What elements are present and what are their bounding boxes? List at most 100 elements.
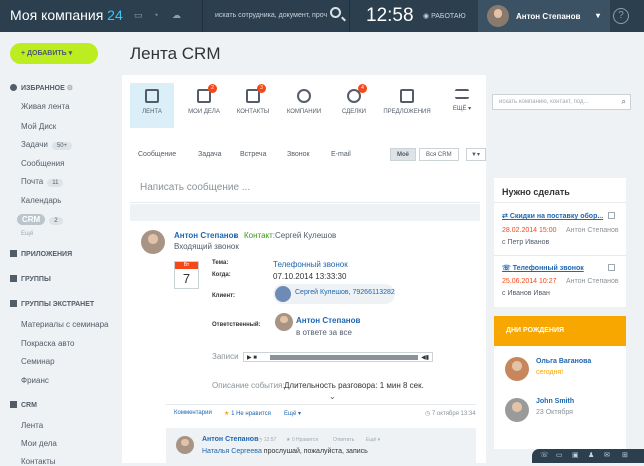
tab-more[interactable]: ЕЩЁ ▾ — [450, 84, 474, 128]
tab-feed[interactable]: ЛЕНТА — [130, 84, 174, 128]
message-composer[interactable]: Написать сообщение ... — [130, 173, 480, 203]
avatar[interactable] — [275, 313, 293, 331]
responsible-name[interactable]: Антон Степанов — [296, 316, 360, 325]
phone-icon[interactable]: ☏ — [540, 451, 549, 459]
checkbox-icon[interactable] — [608, 212, 615, 219]
all-crm-toggle[interactable]: Вся CRM — [419, 148, 459, 161]
search-input[interactable]: искать сотрудника, документ, прочее... — [215, 12, 327, 19]
sidebar-more[interactable]: Ещё — [21, 231, 33, 237]
sidebar-item-my-deals[interactable]: Мои дела — [21, 439, 57, 448]
comment-author[interactable]: Антон Степанов — [202, 436, 258, 443]
avatar[interactable] — [141, 230, 165, 254]
sidebar-item-contacts[interactable]: Контакты — [21, 457, 56, 466]
when-label: Когда: — [212, 272, 231, 278]
mail-icon[interactable]: ✉ — [604, 451, 610, 459]
comments-link[interactable]: Комментарии — [174, 410, 212, 416]
avatar[interactable] — [176, 436, 194, 454]
sidebar-item-messages[interactable]: Сообщения — [21, 159, 64, 168]
top-bar: Моя компания 24 ▭ ◔ ☁ искать сотрудника,… — [0, 0, 644, 32]
play-icon[interactable]: ▶ ■ — [247, 354, 257, 361]
filter-icon[interactable]: ▼▾ — [466, 148, 486, 161]
filter-call[interactable]: Звонок — [287, 151, 310, 158]
audio-player[interactable]: ▶ ■ ◀▮ — [243, 352, 433, 362]
tab-my-deals[interactable]: 2 МОИ ДЕЛА — [184, 84, 224, 128]
monitor-icon[interactable]: ▣ — [572, 451, 579, 459]
comment-time: ◷ 12:57 — [258, 437, 277, 443]
comment-reply[interactable]: Ответить — [333, 437, 354, 443]
crm-search[interactable]: искать компанию, контакт, под... ⌕ — [492, 94, 631, 110]
search-icon[interactable] — [330, 7, 341, 18]
tab-offers[interactable]: ПРЕДЛОЖЕНИЯ — [382, 84, 432, 128]
task-title[interactable]: ☏ Телефонный звонок — [502, 264, 584, 272]
sidebar-item-extranet[interactable]: Материалы с семинара — [21, 320, 108, 329]
checklist-icon: 2 — [197, 84, 217, 103]
post-subtitle: Входящий звонок — [174, 242, 239, 251]
search-icon[interactable]: ⌕ — [622, 97, 626, 107]
like-link[interactable]: ★ 1 Не нравится — [224, 410, 271, 417]
groups-header[interactable]: ГРУППЫ — [10, 275, 51, 283]
birthday-name[interactable]: John Smith — [536, 398, 574, 405]
user-icon — [275, 286, 291, 302]
sidebar-item-mail[interactable]: Почта 11 — [21, 177, 64, 187]
chevron-down-icon[interactable]: ⌄ — [329, 392, 336, 401]
avatar — [487, 5, 509, 27]
sidebar-item-crm[interactable]: CRM 2 — [17, 214, 63, 225]
bell-icon[interactable]: ♟ — [588, 451, 594, 459]
sidebar-item-extranet[interactable]: Фрианс — [21, 376, 49, 385]
work-status[interactable]: ◉ РАБОТАЮ — [423, 12, 466, 20]
cloud-icon[interactable]: ☁ — [172, 10, 181, 21]
comment-more[interactable]: Ещё ▾ — [366, 437, 380, 443]
client-chip[interactable]: Сергей Кулешов, 79266113282 — [273, 284, 395, 304]
birthday-date: 23 Октября — [536, 409, 573, 416]
tab-deals[interactable]: 4 СДЕЛКИ — [338, 84, 370, 128]
contact-name[interactable]: Сергей Кулешов — [275, 231, 336, 240]
comment-like[interactable]: ★ 0 Нравится — [286, 437, 318, 443]
task-title[interactable]: ⇄ Скидки на поставку обор... — [502, 212, 603, 220]
volume-icon[interactable]: ◀▮ — [421, 354, 429, 361]
tab-contacts[interactable]: 3 КОНТАКТЫ — [234, 84, 272, 128]
audio-track[interactable] — [270, 355, 418, 360]
description-label: Описание события: — [212, 381, 285, 390]
menu-icon — [455, 89, 469, 99]
sidebar-item-calendar[interactable]: Календарь — [21, 196, 61, 205]
theme-link[interactable]: Телефонный звонок — [273, 260, 348, 269]
favorites-header[interactable]: ИЗБРАННОЕ ⚙ — [10, 84, 73, 92]
tab-companies[interactable]: КОМПАНИИ — [284, 84, 324, 128]
filter-task[interactable]: Задача — [198, 151, 222, 158]
sidebar-item-my-drive[interactable]: Мой Диск — [21, 122, 56, 131]
global-search[interactable]: искать сотрудника, документ, прочее... — [202, 0, 350, 32]
pin-icon[interactable]: ⊞ — [622, 451, 628, 459]
more-link[interactable]: Ещё ▾ — [284, 410, 301, 417]
sidebar-item-live-feed[interactable]: Живая лента — [21, 102, 70, 111]
avatar[interactable] — [505, 398, 529, 422]
birthday-name[interactable]: Ольга Ваганова — [536, 358, 591, 365]
todo-title: Нужно сделать — [502, 187, 570, 197]
birthdays-header: ДНИ РОЖДЕНИЯ — [494, 316, 626, 346]
checkbox-icon[interactable] — [608, 264, 615, 271]
bell-icon[interactable]: ◔ — [153, 10, 158, 20]
chat-icon[interactable]: ▭ — [556, 451, 563, 459]
avatar[interactable] — [505, 357, 529, 381]
brand-logo[interactable]: Моя компания 24 — [10, 7, 123, 23]
crm-header[interactable]: CRM — [10, 401, 37, 409]
sidebar-item-crm-feed[interactable]: Лента — [21, 421, 43, 430]
chat-icon[interactable]: ▭ — [134, 10, 143, 21]
help-icon[interactable]: ? — [613, 8, 629, 24]
contact-icon: 3 — [246, 84, 266, 103]
user-menu[interactable]: Антон Степанов ▾ — [478, 0, 610, 32]
filter-email[interactable]: E-mail — [331, 151, 351, 158]
crm-search-input[interactable]: искать компанию, контакт, под... — [499, 99, 589, 105]
filter-message[interactable]: Сообщение — [138, 151, 176, 158]
apps-header[interactable]: ПРИЛОЖЕНИЯ — [10, 250, 72, 258]
post-author[interactable]: Антон Степанов — [174, 231, 238, 240]
sidebar-item-tasks[interactable]: Задачи 50+ — [21, 140, 73, 150]
mine-toggle[interactable]: Моё — [390, 148, 416, 161]
sidebar-item-extranet[interactable]: Семинар — [21, 357, 55, 366]
calendar-icon: Вт 7 — [174, 261, 199, 289]
extranet-header[interactable]: ГРУППЫ ЭКСТРАНЕТ — [10, 300, 94, 308]
sidebar-item-extranet[interactable]: Покраска авто — [21, 339, 75, 348]
add-button[interactable]: + ДОБАВИТЬ ▾ — [10, 43, 98, 64]
description-value: Длительность разговора: 1 мин 8 сек. — [284, 381, 424, 390]
filter-meeting[interactable]: Встреча — [240, 151, 266, 158]
chevron-right-icon: › — [234, 231, 237, 240]
